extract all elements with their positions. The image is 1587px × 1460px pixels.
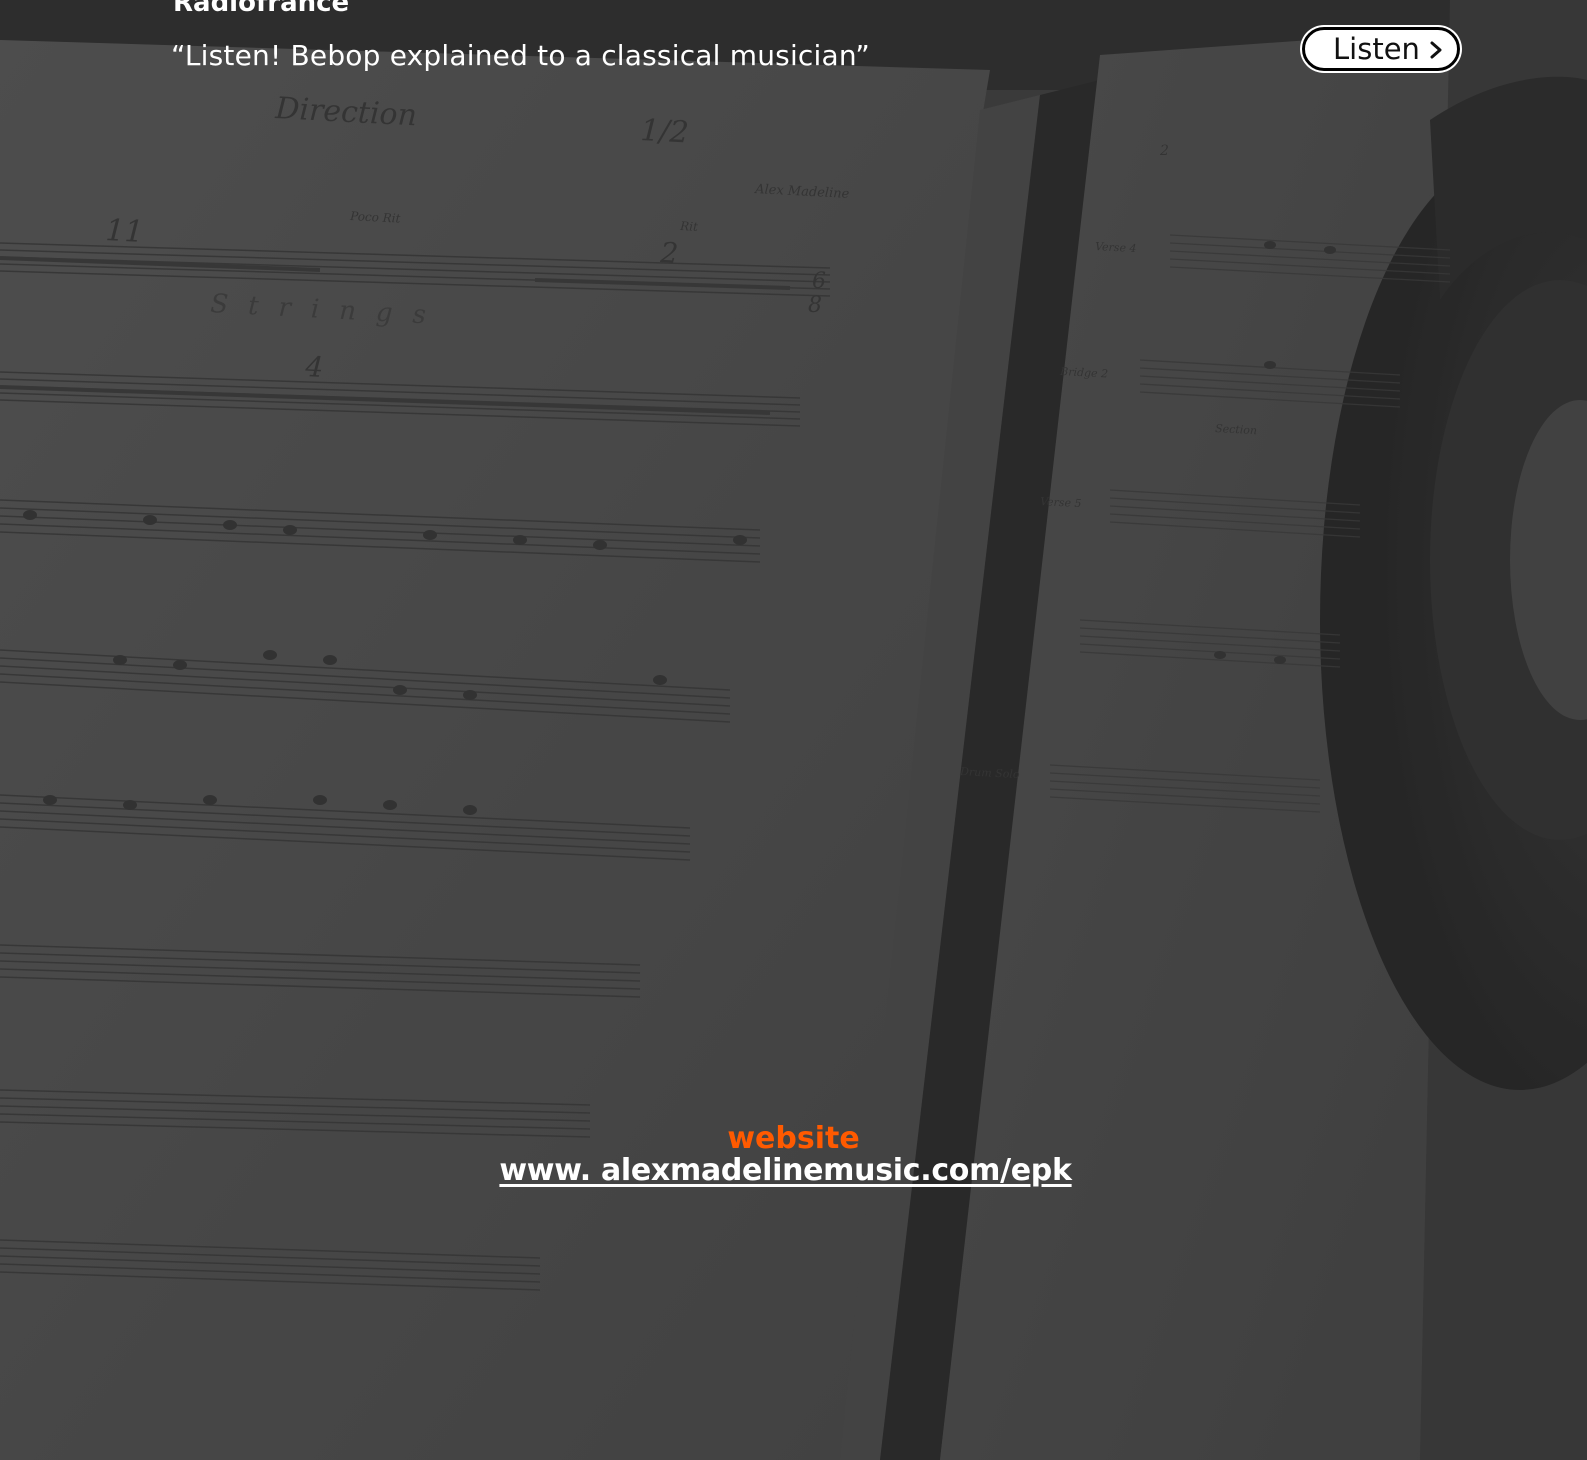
svg-text:Rit: Rit bbox=[679, 219, 699, 234]
website-link[interactable]: www. alexmadelinemusic.com/epk bbox=[499, 1154, 1072, 1188]
svg-text:Poco Rit: Poco Rit bbox=[349, 209, 401, 226]
chevron-right-icon bbox=[1430, 41, 1442, 59]
svg-text:Verse 5: Verse 5 bbox=[1040, 495, 1082, 510]
website-label: website bbox=[727, 1121, 860, 1156]
svg-text:8: 8 bbox=[808, 293, 822, 318]
listen-button-label: Listen bbox=[1333, 32, 1420, 66]
source-title: Radiofrance bbox=[173, 0, 350, 18]
svg-text:Direction: Direction bbox=[274, 91, 418, 133]
svg-text:Section: Section bbox=[1215, 422, 1257, 437]
listen-button[interactable]: Listen bbox=[1302, 27, 1460, 71]
svg-text:2: 2 bbox=[1159, 143, 1169, 159]
footer: website www. alexmadelinemusic.com/epk bbox=[0, 1124, 1587, 1188]
background-sheet-music-image: Direction 1/2 Alex Madeline Poco Rit Rit… bbox=[0, 0, 1587, 1460]
svg-text:1/2: 1/2 bbox=[640, 113, 690, 150]
svg-text:6: 6 bbox=[812, 269, 826, 294]
svg-text:4: 4 bbox=[304, 350, 325, 384]
svg-text:Verse 4: Verse 4 bbox=[1095, 240, 1137, 255]
svg-text:2: 2 bbox=[659, 236, 680, 270]
svg-text:11: 11 bbox=[105, 213, 145, 250]
page: Direction 1/2 Alex Madeline Poco Rit Rit… bbox=[0, 0, 1587, 1460]
svg-text:Bridge 2: Bridge 2 bbox=[1059, 365, 1109, 381]
article-quote: “Listen! Bebop explained to a classical … bbox=[171, 39, 870, 72]
